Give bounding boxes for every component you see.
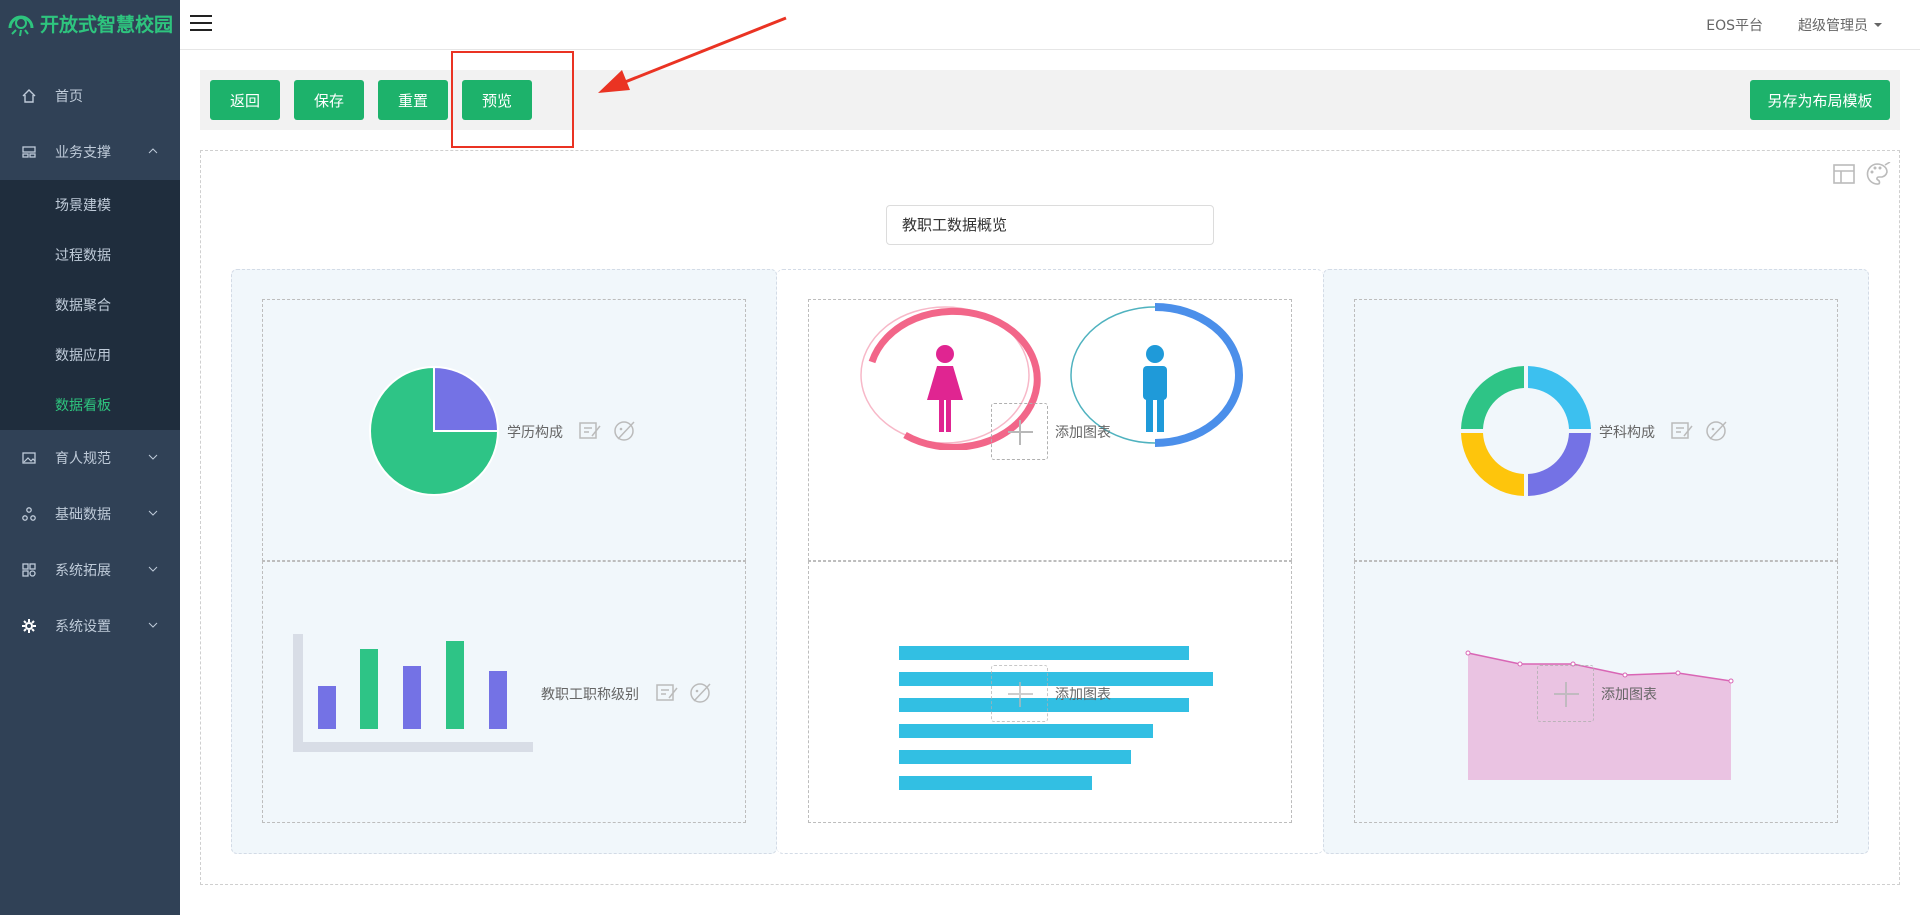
add-chart-button[interactable]: [1537, 665, 1594, 722]
style-settings-icon[interactable]: [613, 419, 637, 443]
bar-chart-thumbnail: [293, 634, 533, 752]
add-chart-button[interactable]: [991, 665, 1048, 722]
palette-icon[interactable]: [1865, 162, 1891, 186]
axis-x: [293, 742, 533, 752]
hamburger-menu-icon[interactable]: [190, 14, 212, 32]
home-icon: [20, 87, 38, 105]
bar-1: [318, 686, 336, 729]
chevron-up-icon: [148, 148, 158, 154]
sidebar-item-label: 业务支撑: [55, 145, 111, 161]
edit-icon[interactable]: [578, 420, 602, 442]
annotation-arrow: [598, 16, 787, 93]
top-navbar: EOS平台 超级管理员: [180, 0, 1920, 50]
chart-cell-education[interactable]: 学历构成: [262, 299, 746, 561]
edit-icon[interactable]: [1670, 420, 1694, 442]
style-settings-icon[interactable]: [1705, 419, 1729, 443]
sidebar-item-data-application[interactable]: 数据应用: [0, 330, 180, 380]
image-icon: [20, 449, 38, 467]
sidebar-item-system-settings[interactable]: 系统设置: [0, 598, 180, 654]
hbar-1: [899, 646, 1189, 660]
chart-label-title-level: 教职工职称级别: [541, 687, 639, 703]
chevron-down-icon: [148, 622, 158, 628]
chevron-down-icon: [148, 510, 158, 516]
chevron-down-icon: [148, 454, 158, 460]
user-name: 超级管理员: [1798, 18, 1868, 34]
chart-label-subject: 学科构成: [1599, 425, 1655, 441]
edit-icon[interactable]: [655, 682, 679, 704]
female-icon: [927, 345, 963, 432]
save-button[interactable]: 保存: [294, 80, 364, 120]
bar-2: [360, 649, 378, 729]
sidebar-item-home[interactable]: 首页: [0, 68, 180, 124]
annotation-highlight-box: [451, 51, 574, 148]
sidebar-submenu: 场景建模 过程数据 数据聚合 数据应用 数据看板: [0, 180, 180, 430]
sidebar-item-education-standards[interactable]: 育人规范: [0, 430, 180, 486]
layout-icon[interactable]: [1832, 162, 1856, 186]
sidebar-item-business-support[interactable]: 业务支撑: [0, 124, 180, 180]
sidebar-item-label: 育人规范: [55, 451, 111, 467]
sidebar-item-label: 基础数据: [55, 507, 111, 523]
board-icon: [20, 143, 38, 161]
reset-button[interactable]: 重置: [378, 80, 448, 120]
eos-platform-link[interactable]: EOS平台: [1706, 15, 1763, 35]
chart-cell-gender[interactable]: 添加图表: [808, 299, 1292, 561]
user-menu[interactable]: 超级管理员: [1798, 15, 1884, 35]
bar-5: [489, 671, 507, 729]
gear-icon: [20, 617, 38, 635]
add-chart-button[interactable]: [991, 403, 1048, 460]
chart-cell-area[interactable]: 添加图表: [1354, 561, 1838, 823]
chevron-down-icon: [148, 566, 158, 572]
sidebar-item-process-data[interactable]: 过程数据: [0, 230, 180, 280]
caret-down-icon: [1874, 23, 1882, 27]
add-chart-label: 添加图表: [1055, 687, 1111, 703]
dashboard-title-input[interactable]: 教职工数据概览: [886, 205, 1214, 245]
bar-4: [446, 641, 464, 729]
logo[interactable]: 开放式智慧校园: [0, 0, 180, 47]
style-settings-icon[interactable]: [689, 681, 713, 705]
sidebar-item-label: 首页: [55, 89, 83, 105]
sidebar-item-scene-modeling[interactable]: 场景建模: [0, 180, 180, 230]
chart-cell-title-level[interactable]: 教职工职称级别: [262, 561, 746, 823]
cluster-icon: [20, 505, 38, 523]
male-icon: [1143, 345, 1167, 432]
sidebar-item-data-dashboard[interactable]: 数据看板: [0, 380, 180, 430]
back-button[interactable]: 返回: [210, 80, 280, 120]
add-chart-label: 添加图表: [1055, 425, 1111, 441]
save-as-template-button[interactable]: 另存为布局模板: [1750, 80, 1890, 120]
school-logo-icon: [8, 15, 34, 36]
chart-cell-horizontal-bar[interactable]: 添加图表: [808, 561, 1292, 823]
donut-chart-thumbnail: [1461, 366, 1591, 496]
pie-slice-minor: [433, 365, 500, 432]
sidebar: 开放式智慧校园 首页 业务支撑 场景建模 过程数据 数据聚合 数据应用 数据看板…: [0, 0, 180, 915]
chart-cell-subject[interactable]: 学科构成: [1354, 299, 1838, 561]
add-chart-label: 添加图表: [1601, 687, 1657, 703]
sidebar-item-basic-data[interactable]: 基础数据: [0, 486, 180, 542]
gender-chart-thumbnail: [860, 303, 1243, 450]
area-chart-thumbnail: [1465, 650, 1734, 780]
chart-label-education: 学历构成: [507, 425, 563, 441]
axis-y: [293, 634, 303, 752]
sidebar-item-data-aggregation[interactable]: 数据聚合: [0, 280, 180, 330]
hbar-5: [899, 750, 1131, 764]
logo-text: 开放式智慧校园: [40, 14, 174, 36]
sidebar-item-label: 系统设置: [55, 619, 111, 635]
pie-chart-thumbnail: [369, 365, 500, 496]
horizontal-bar-thumbnail: [899, 646, 1213, 790]
bar-3: [403, 666, 421, 729]
apps-icon: [20, 561, 38, 579]
hbar-4: [899, 724, 1153, 738]
sidebar-item-label: 系统拓展: [55, 563, 111, 579]
sidebar-item-system-extension[interactable]: 系统拓展: [0, 542, 180, 598]
hbar-6: [899, 776, 1092, 790]
